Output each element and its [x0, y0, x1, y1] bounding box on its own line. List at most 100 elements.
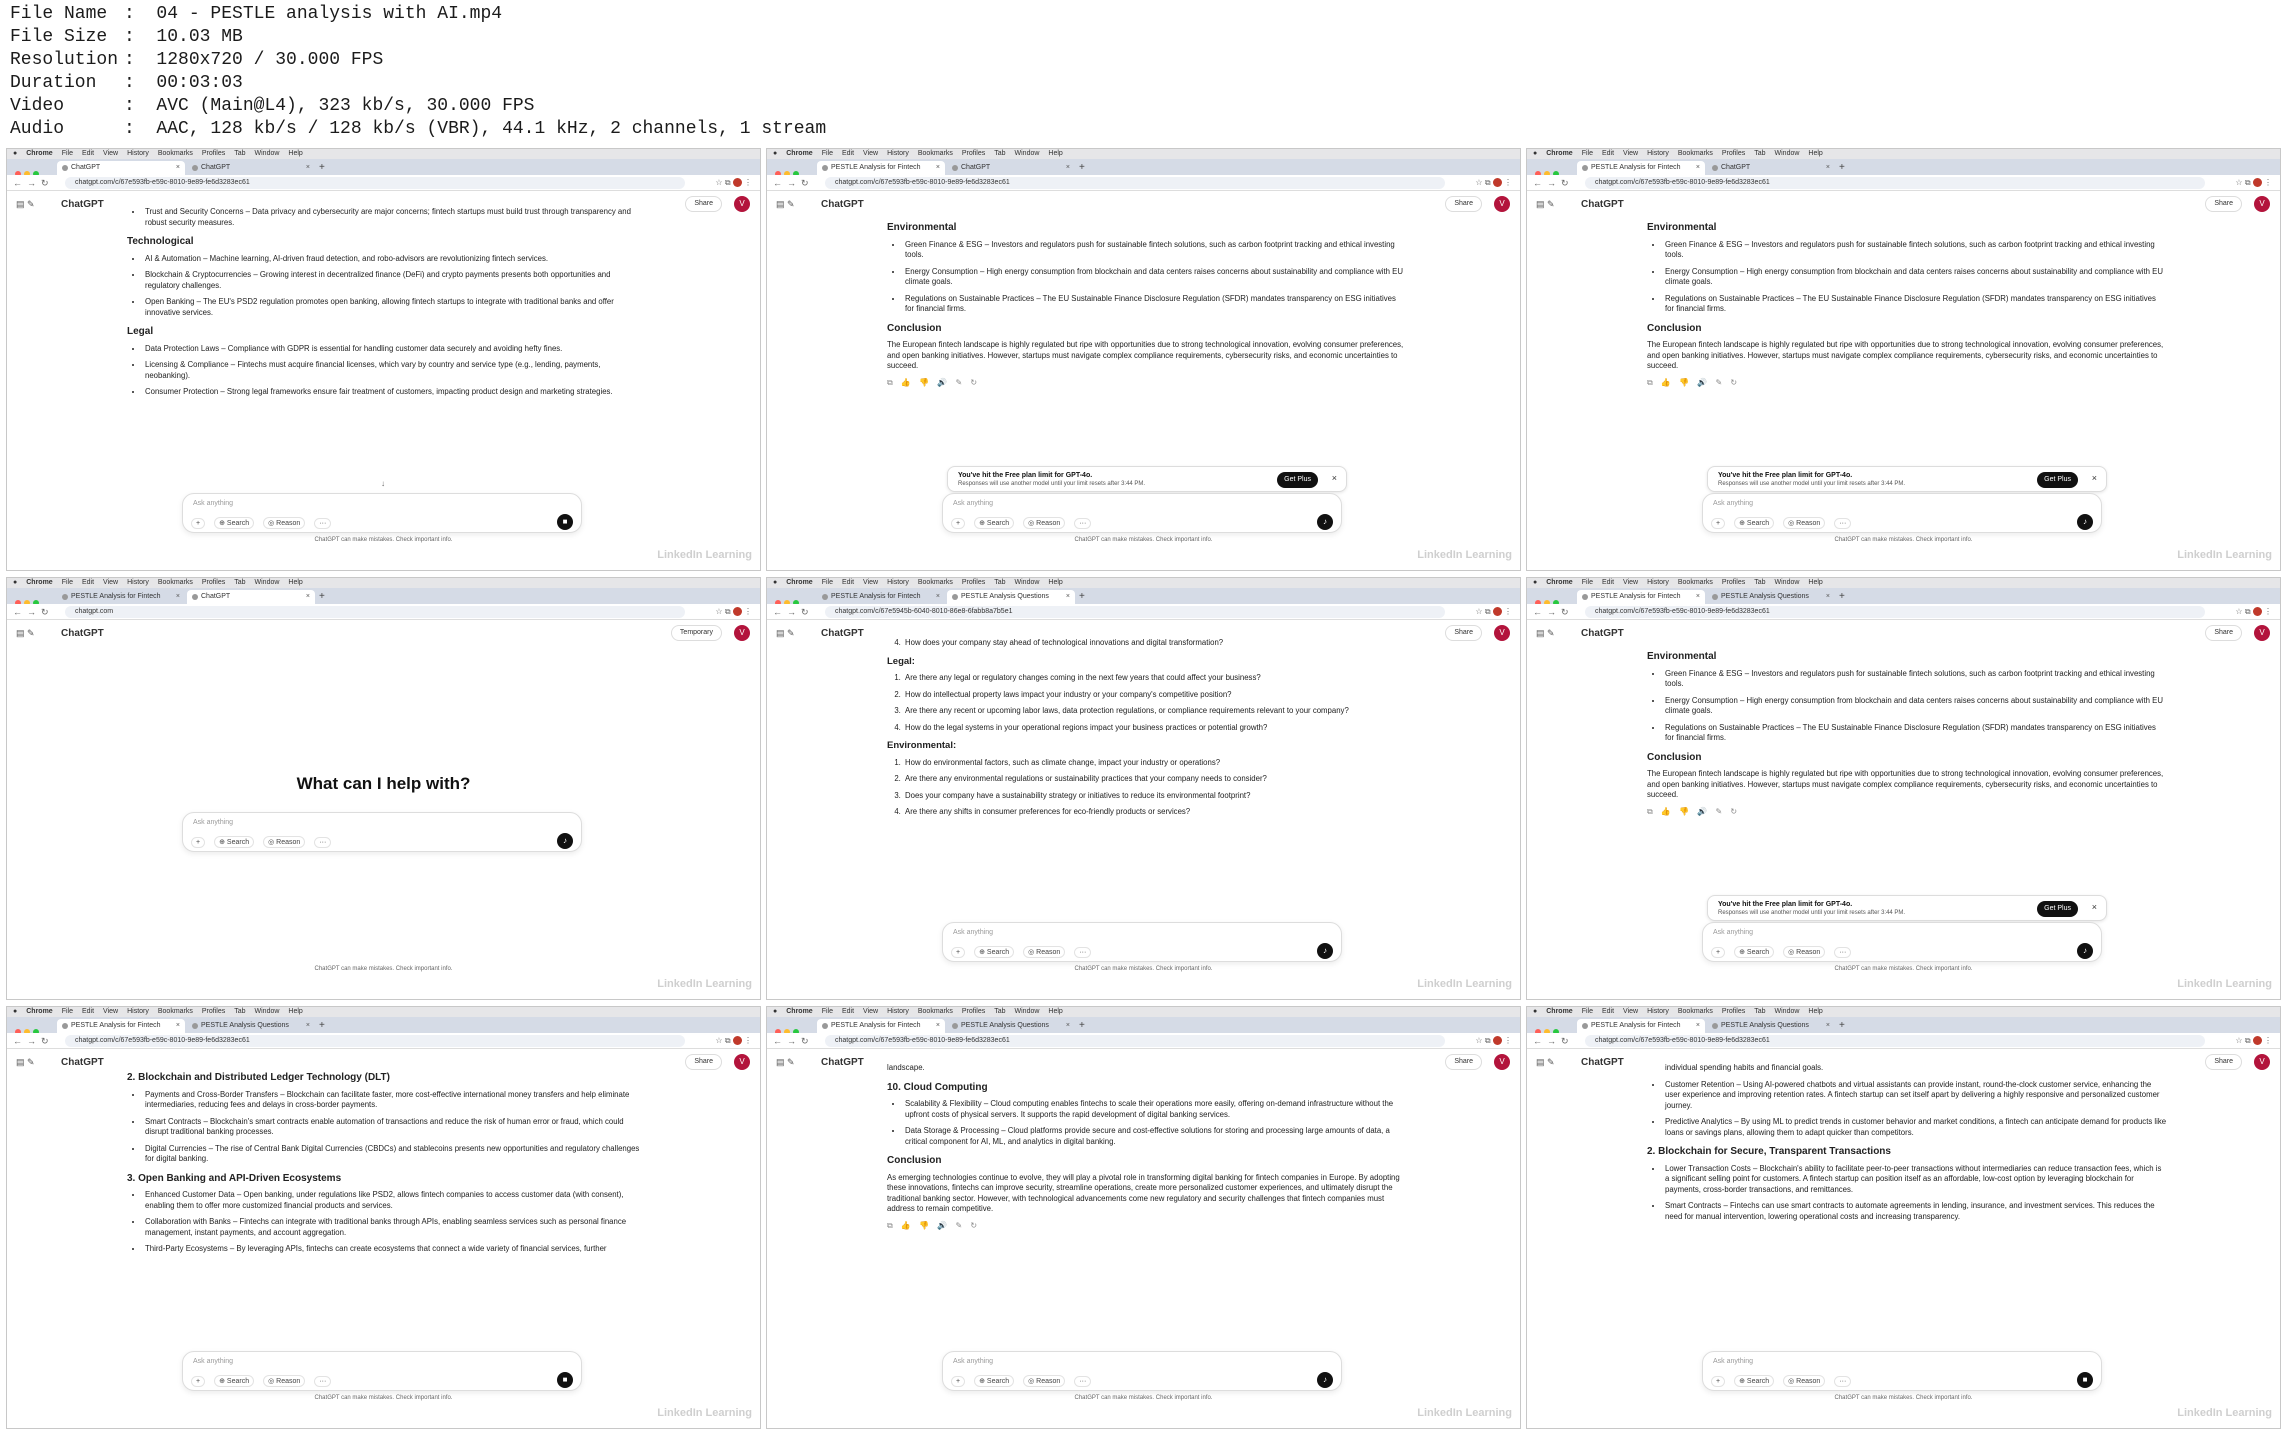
- menu-view[interactable]: View: [1623, 579, 1638, 586]
- menu-edit[interactable]: Edit: [842, 1008, 854, 1015]
- reason-button[interactable]: ◎ Reason: [263, 836, 306, 848]
- menu-history[interactable]: History: [1647, 1008, 1669, 1015]
- menu-bookmarks[interactable]: Bookmarks: [1678, 1008, 1713, 1015]
- voice-button[interactable]: ♪: [2077, 514, 2093, 530]
- reason-button[interactable]: ◎ Reason: [263, 1375, 306, 1387]
- close-icon[interactable]: ×: [1066, 161, 1070, 175]
- stop-button[interactable]: ■: [557, 1372, 573, 1388]
- voice-button[interactable]: ♪: [1317, 514, 1333, 530]
- menu-help[interactable]: Help: [288, 579, 302, 586]
- menu-icon[interactable]: ⋮: [1504, 607, 1512, 616]
- menu-chrome[interactable]: Chrome: [786, 579, 812, 586]
- profile-icon[interactable]: [1492, 1036, 1502, 1046]
- avatar[interactable]: V: [1494, 196, 1510, 212]
- back-icon[interactable]: ←: [773, 606, 782, 618]
- menu-edit[interactable]: Edit: [82, 150, 94, 157]
- menu-icon[interactable]: ⋮: [1504, 178, 1512, 187]
- back-icon[interactable]: ←: [1533, 1035, 1542, 1047]
- attach-button[interactable]: +: [1711, 1376, 1726, 1387]
- star-icon[interactable]: ☆: [1475, 607, 1482, 616]
- sidebar-toggle-icon[interactable]: ▤ ✎: [1536, 628, 1555, 639]
- search-button[interactable]: ⊕ Search: [974, 517, 1015, 529]
- close-icon[interactable]: ×: [1332, 473, 1337, 483]
- reload-icon[interactable]: ↻: [1561, 606, 1569, 618]
- menu-tab[interactable]: Tab: [994, 579, 1005, 586]
- menu-chrome[interactable]: Chrome: [26, 150, 52, 157]
- extensions-icon[interactable]: ⧉: [2245, 607, 2251, 616]
- menu-profiles[interactable]: Profiles: [962, 150, 985, 157]
- prompt-input[interactable]: Ask anything: [1713, 929, 1753, 936]
- avatar[interactable]: V: [734, 196, 750, 212]
- search-button[interactable]: ⊕ Search: [1734, 517, 1775, 529]
- extensions-icon[interactable]: ⧉: [725, 607, 731, 616]
- message-actions[interactable]: ⧉ 👍 👎 🔊 ✎ ↻: [887, 1221, 1407, 1232]
- menu-history[interactable]: History: [1647, 579, 1669, 586]
- prompt-input[interactable]: Ask anything: [953, 500, 993, 507]
- menu-view[interactable]: View: [103, 150, 118, 157]
- back-icon[interactable]: ←: [1533, 177, 1542, 189]
- profile-icon[interactable]: [732, 1036, 742, 1046]
- more-icon[interactable]: ···: [1074, 1376, 1092, 1387]
- model-selector[interactable]: ChatGPT: [1581, 1057, 1624, 1068]
- close-icon[interactable]: ×: [1826, 161, 1830, 175]
- composer[interactable]: Ask anything + ⊕ Search ◎ Reason ··· ■: [182, 493, 582, 533]
- back-icon[interactable]: ←: [773, 1035, 782, 1047]
- back-icon[interactable]: ←: [13, 606, 22, 618]
- window-controls[interactable]: [15, 164, 42, 177]
- menu-tab[interactable]: Tab: [234, 150, 245, 157]
- prompt-input[interactable]: Ask anything: [953, 929, 993, 936]
- close-icon[interactable]: ×: [2092, 473, 2097, 483]
- window-controls[interactable]: [775, 1022, 802, 1035]
- stop-button[interactable]: ■: [2077, 1372, 2093, 1388]
- menu-tab[interactable]: Tab: [234, 1008, 245, 1015]
- extensions-icon[interactable]: ⧉: [2245, 1036, 2251, 1045]
- composer[interactable]: Ask anything + ⊕ Search ◎ Reason ··· ♪: [1702, 922, 2102, 962]
- menu-chrome[interactable]: Chrome: [26, 579, 52, 586]
- get-plus-button[interactable]: Get Plus: [1277, 472, 1318, 488]
- more-icon[interactable]: ···: [314, 1376, 332, 1387]
- close-icon[interactable]: ×: [936, 1019, 940, 1033]
- menu-window[interactable]: Window: [1015, 1008, 1040, 1015]
- star-icon[interactable]: ☆: [1475, 1036, 1482, 1045]
- attach-button[interactable]: +: [191, 518, 206, 529]
- search-button[interactable]: ⊕ Search: [214, 517, 255, 529]
- menu-history[interactable]: History: [127, 579, 149, 586]
- close-icon[interactable]: ×: [306, 161, 310, 175]
- prompt-input[interactable]: Ask anything: [193, 819, 233, 826]
- tab-fintech[interactable]: PESTLE Analysis for Fintech ×: [1577, 590, 1705, 604]
- window-controls[interactable]: [1535, 164, 1562, 177]
- tab-questions[interactable]: PESTLE Analysis Questions ×: [187, 1019, 315, 1033]
- url-field[interactable]: chatgpt.com/c/67e593fb-e59c-8010-9e89-fe…: [1585, 177, 2205, 189]
- close-icon[interactable]: ×: [306, 590, 310, 604]
- avatar[interactable]: V: [2254, 1054, 2270, 1070]
- composer[interactable]: Ask anything + ⊕ Search ◎ Reason ··· ♪: [942, 493, 1342, 533]
- menu-help[interactable]: Help: [1808, 150, 1822, 157]
- tab-questions[interactable]: PESTLE Analysis Questions ×: [947, 590, 1075, 604]
- menu-chrome[interactable]: Chrome: [26, 1008, 52, 1015]
- apple-icon[interactable]: ●: [1533, 150, 1537, 157]
- menu-tab[interactable]: Tab: [1754, 579, 1765, 586]
- tab-questions[interactable]: PESTLE Analysis Questions ×: [1707, 1019, 1835, 1033]
- star-icon[interactable]: ☆: [715, 1036, 722, 1045]
- more-icon[interactable]: ···: [1074, 947, 1092, 958]
- apple-icon[interactable]: ●: [13, 150, 17, 157]
- search-button[interactable]: ⊕ Search: [214, 836, 255, 848]
- star-icon[interactable]: ☆: [715, 178, 722, 187]
- attach-button[interactable]: +: [951, 518, 966, 529]
- model-selector[interactable]: ChatGPT: [1581, 628, 1624, 639]
- sidebar-toggle-icon[interactable]: ▤ ✎: [776, 1057, 795, 1068]
- composer[interactable]: Ask anything + ⊕ Search ◎ Reason ··· ■: [1702, 1351, 2102, 1391]
- url-field[interactable]: chatgpt.com/c/67e5945b-6040-8010-86e8-6f…: [825, 606, 1445, 618]
- menu-help[interactable]: Help: [288, 150, 302, 157]
- menu-profiles[interactable]: Profiles: [1722, 150, 1745, 157]
- more-icon[interactable]: ···: [314, 837, 332, 848]
- close-icon[interactable]: ×: [936, 590, 940, 604]
- menu-history[interactable]: History: [127, 150, 149, 157]
- apple-icon[interactable]: ●: [773, 579, 777, 586]
- new-tab-icon[interactable]: +: [319, 1019, 325, 1033]
- attach-button[interactable]: +: [1711, 518, 1726, 529]
- menu-file[interactable]: File: [62, 579, 73, 586]
- reason-button[interactable]: ◎ Reason: [1783, 946, 1826, 958]
- menu-file[interactable]: File: [822, 579, 833, 586]
- star-icon[interactable]: ☆: [715, 607, 722, 616]
